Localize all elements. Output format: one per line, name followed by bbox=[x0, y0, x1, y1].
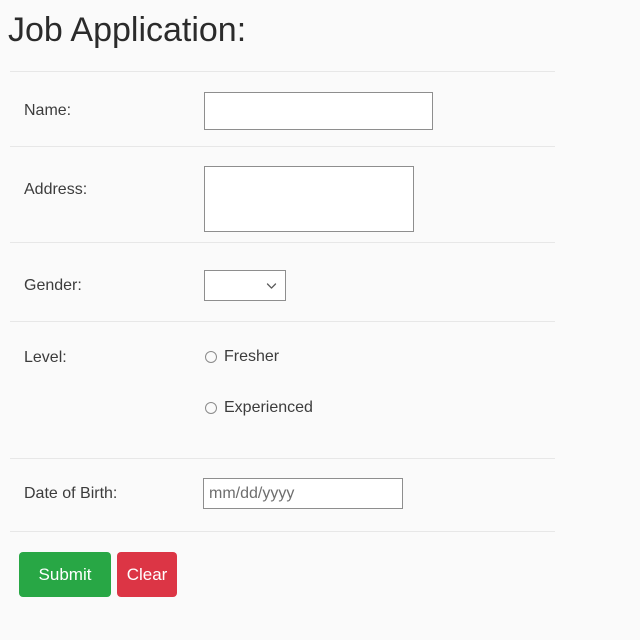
page-title: Job Application: bbox=[8, 11, 247, 49]
form-row-level: Level: Fresher Experienced bbox=[0, 344, 640, 419]
divider-level bbox=[10, 458, 555, 459]
divider-title bbox=[10, 71, 555, 72]
name-label: Name: bbox=[24, 102, 72, 119]
radio-label-fresher: Fresher bbox=[224, 348, 280, 365]
radio-option-fresher[interactable]: Fresher bbox=[205, 347, 279, 367]
form-row-gender: Gender: MaleFemaleOther bbox=[0, 270, 640, 301]
gender-select[interactable]: MaleFemaleOther bbox=[205, 271, 285, 300]
submit-button[interactable]: Submit bbox=[19, 552, 111, 597]
radio-circle-icon[interactable] bbox=[205, 351, 217, 363]
address-textarea[interactable] bbox=[204, 166, 414, 232]
divider-name bbox=[10, 146, 555, 147]
dob-input[interactable] bbox=[203, 478, 403, 509]
job-application-page: Job Application: Name: Address: Gender: … bbox=[0, 0, 640, 640]
gender-label: Gender: bbox=[24, 277, 82, 294]
gender-select-wrapper[interactable]: MaleFemaleOther bbox=[204, 270, 286, 301]
divider-dob bbox=[10, 531, 555, 532]
radio-label-experienced: Experienced bbox=[224, 399, 313, 416]
form-row-name: Name: bbox=[0, 92, 640, 130]
address-label: Address: bbox=[24, 181, 88, 198]
form-row-address: Address: bbox=[0, 166, 640, 232]
radio-circle-icon[interactable] bbox=[205, 402, 217, 414]
name-input[interactable] bbox=[204, 92, 433, 130]
level-label: Level: bbox=[24, 349, 67, 366]
form-row-dob: Date of Birth: bbox=[0, 478, 640, 509]
dob-label: Date of Birth: bbox=[24, 485, 118, 502]
radio-option-experienced[interactable]: Experienced bbox=[205, 398, 313, 418]
clear-button[interactable]: Clear bbox=[117, 552, 177, 597]
divider-address bbox=[10, 242, 555, 243]
divider-gender bbox=[10, 321, 555, 322]
